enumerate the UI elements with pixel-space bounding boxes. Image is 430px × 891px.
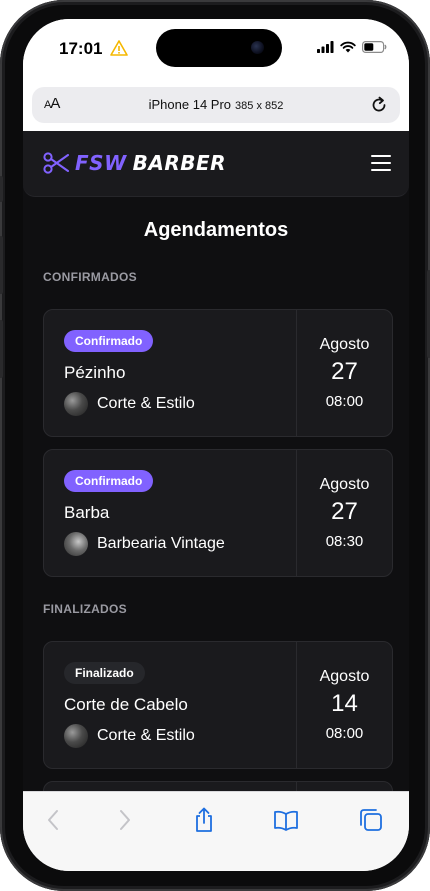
booking-card[interactable]: Confirmado Barba Barbearia Vintage Agost… bbox=[43, 449, 393, 577]
barbershop: Corte & Estilo bbox=[64, 392, 195, 416]
status-badge: Finalizado bbox=[64, 662, 145, 684]
barbershop: Barbearia Vintage bbox=[64, 532, 225, 556]
booking-day: 27 bbox=[331, 498, 358, 525]
status-bar: 17:01 bbox=[23, 19, 409, 79]
device-name: iPhone 14 Pro bbox=[148, 97, 232, 112]
side-button-action bbox=[0, 176, 3, 202]
barbershop-avatar bbox=[64, 532, 88, 556]
booking-day: 27 bbox=[331, 358, 358, 385]
browser-toolbar bbox=[23, 791, 409, 871]
dynamic-island bbox=[156, 29, 282, 67]
logo-barber-text: BARBER bbox=[132, 151, 227, 175]
device-dimensions: 385 x 852 bbox=[235, 100, 284, 112]
booking-card[interactable]: Finalizado Corte de Cabelo Corte & Estil… bbox=[43, 641, 393, 769]
wifi-icon bbox=[340, 41, 356, 53]
barbershop-name: Corte & Estilo bbox=[97, 395, 195, 412]
logo-fsw-text: FSW bbox=[75, 151, 127, 175]
booking-time: 08:00 bbox=[325, 393, 364, 410]
booking-details: Confirmado Barba Barbearia Vintage bbox=[64, 450, 294, 576]
section-label-finished: FINALIZADOS bbox=[43, 602, 127, 616]
reload-icon[interactable] bbox=[369, 95, 389, 115]
service-name: Pézinho bbox=[64, 363, 126, 382]
barbershop-name: Barbearia Vintage bbox=[97, 535, 225, 552]
status-time: 17:01 bbox=[59, 39, 103, 58]
page-title: Agendamentos bbox=[143, 219, 289, 241]
hamburger-menu-icon[interactable] bbox=[371, 155, 391, 171]
booking-details: Confirmado Pézinho Corte & Estilo bbox=[64, 310, 294, 436]
booking-day: 14 bbox=[331, 690, 358, 717]
booking-month: Agosto bbox=[319, 336, 370, 353]
warning-icon bbox=[110, 40, 128, 56]
booking-time: 08:30 bbox=[325, 533, 364, 550]
camera-icon bbox=[251, 41, 264, 54]
booking-card-partial[interactable] bbox=[43, 781, 393, 791]
status-icons bbox=[317, 41, 387, 53]
book-icon[interactable] bbox=[272, 806, 300, 834]
barbershop-avatar bbox=[64, 392, 88, 416]
address-text[interactable]: iPhone 14 Pro 385 x 852 bbox=[32, 97, 400, 112]
share-icon[interactable] bbox=[190, 806, 218, 834]
booking-date bbox=[296, 782, 392, 791]
booking-date: Agosto 14 08:00 bbox=[296, 642, 392, 768]
booking-date: Agosto 27 08:00 bbox=[296, 310, 392, 436]
cellular-signal-icon bbox=[317, 41, 334, 53]
battery-icon bbox=[362, 41, 387, 53]
barbershop-avatar bbox=[64, 724, 88, 748]
site-header: FSW BARBER bbox=[23, 131, 409, 197]
address-bar[interactable]: AA iPhone 14 Pro 385 x 852 bbox=[32, 87, 400, 123]
booking-date: Agosto 27 08:30 bbox=[296, 450, 392, 576]
service-name: Corte de Cabelo bbox=[64, 695, 188, 714]
service-name: Barba bbox=[64, 503, 110, 522]
menu-line bbox=[371, 169, 391, 171]
side-button-volume-down bbox=[0, 320, 3, 378]
menu-line bbox=[371, 162, 391, 164]
scissors-icon bbox=[43, 152, 69, 174]
section-label-confirmed: CONFIRMADOS bbox=[43, 270, 137, 284]
fsw-barber-logo[interactable]: FSW BARBER bbox=[43, 151, 226, 175]
barbershop: Corte & Estilo bbox=[64, 724, 195, 748]
booking-month: Agosto bbox=[319, 476, 370, 493]
booking-card[interactable]: Confirmado Pézinho Corte & Estilo Agosto… bbox=[43, 309, 393, 437]
status-badge: Confirmado bbox=[64, 330, 154, 352]
chevron-right-icon[interactable] bbox=[111, 806, 139, 834]
menu-line bbox=[371, 155, 391, 157]
screen: 17:01 AA iPhone 14 Pro 385 x 852 FSW BAR… bbox=[23, 19, 409, 871]
barbershop-name: Corte & Estilo bbox=[97, 727, 195, 744]
booking-month: Agosto bbox=[319, 668, 370, 685]
side-button-volume-up bbox=[0, 236, 3, 294]
status-badge: Confirmado bbox=[64, 470, 154, 492]
booking-time: 08:00 bbox=[325, 725, 364, 742]
chevron-left-icon[interactable] bbox=[39, 806, 67, 834]
tabs-icon[interactable] bbox=[357, 806, 385, 834]
booking-details: Finalizado Corte de Cabelo Corte & Estil… bbox=[64, 642, 294, 768]
web-content: FSW BARBER Agendamentos CONFIRMADOS Conf… bbox=[23, 131, 409, 791]
